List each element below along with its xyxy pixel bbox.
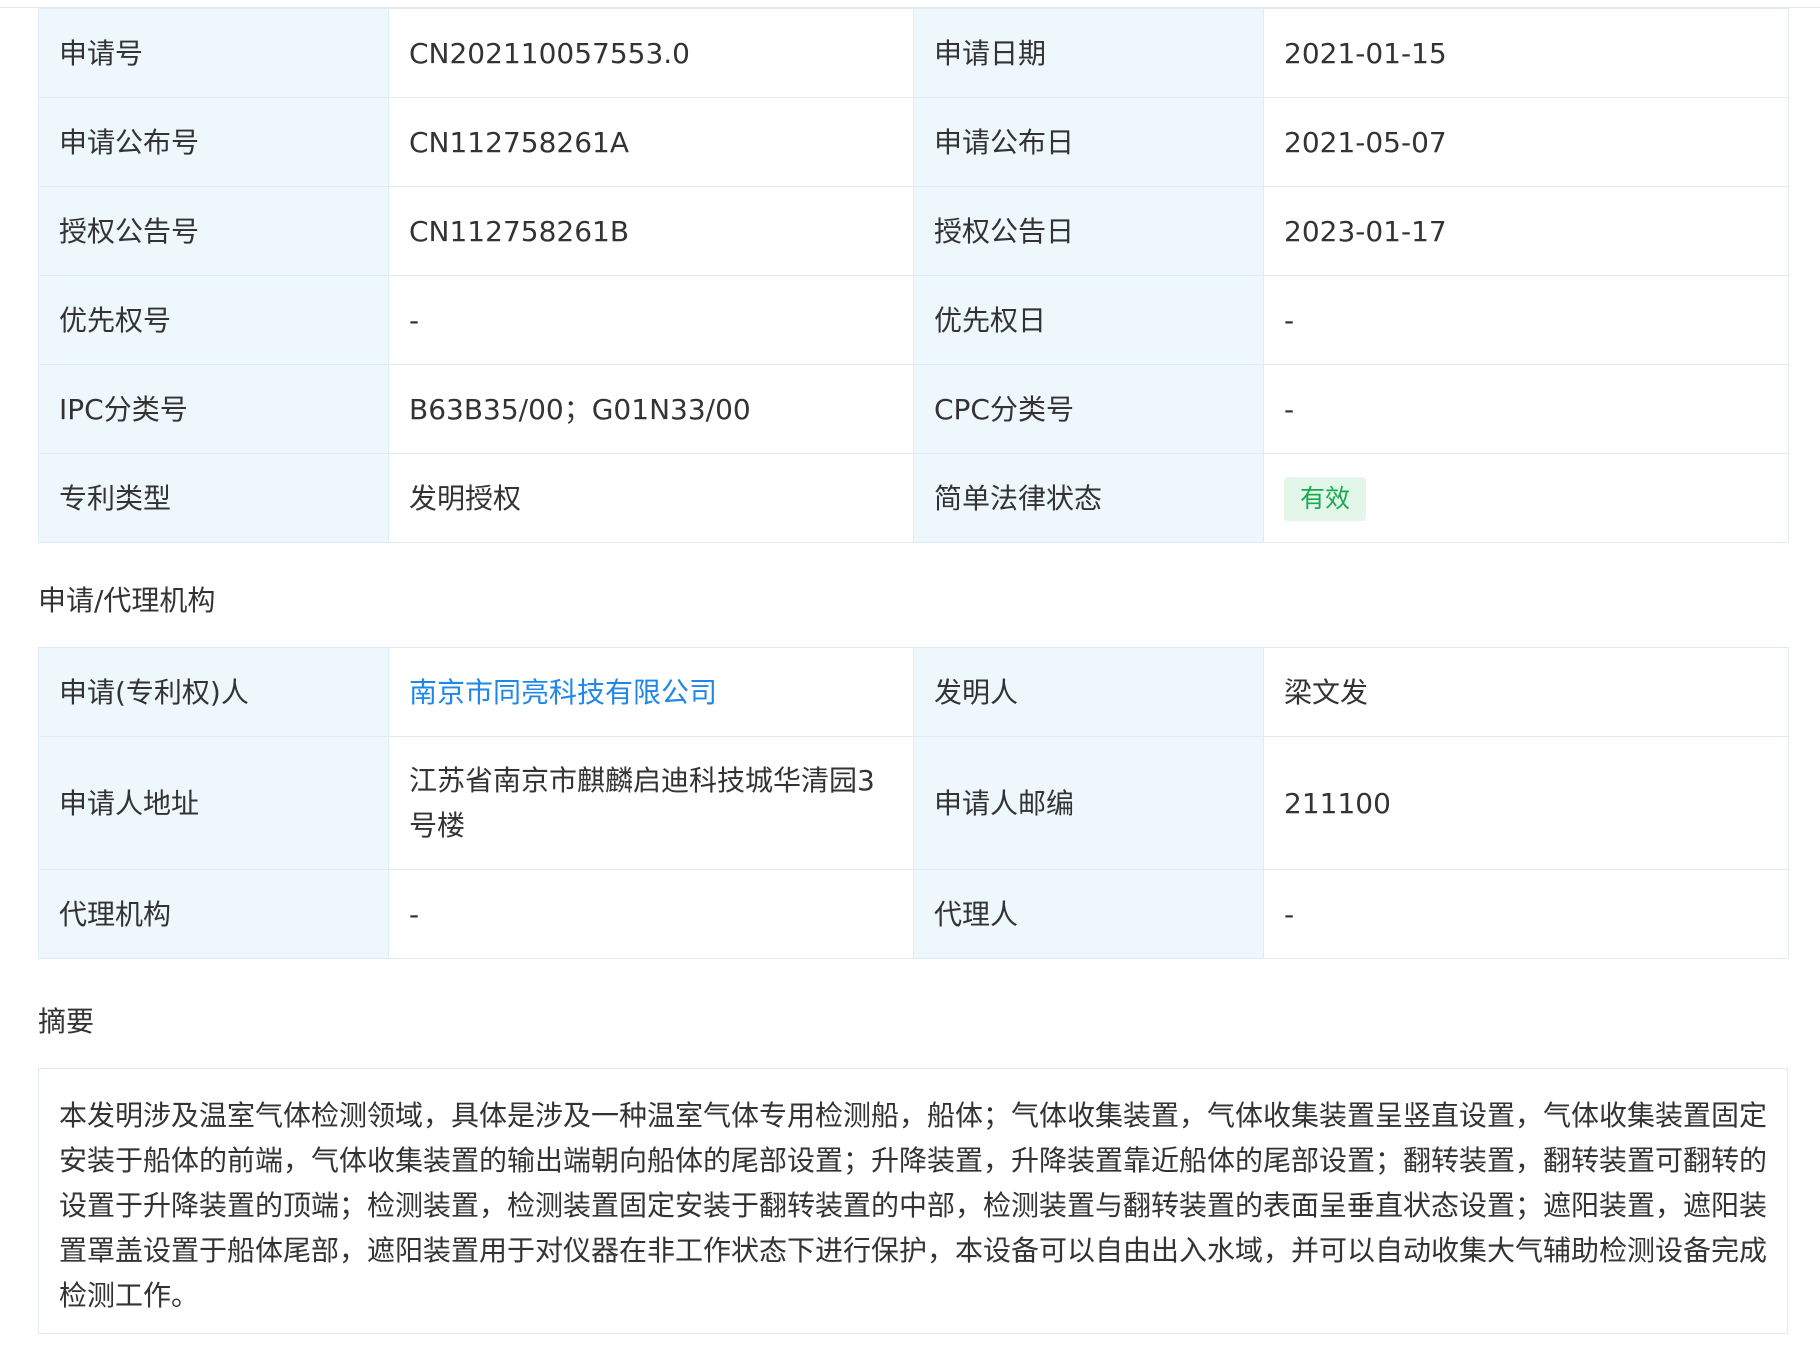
table-row: 申请人地址 江苏省南京市麒麟启迪科技城华清园3号楼 申请人邮编 211100 [38, 736, 1789, 870]
priority-date-label: 优先权日 [913, 275, 1264, 365]
inventor-label: 发明人 [913, 647, 1264, 737]
priority-number-label: 优先权号 [38, 275, 389, 365]
grant-date-label: 授权公告日 [913, 186, 1264, 276]
priority-number-value: - [388, 275, 914, 365]
agent-label: 代理人 [913, 869, 1264, 959]
grant-date-value: 2023-01-17 [1263, 186, 1789, 276]
abstract-text: 本发明涉及温室气体检测领域，具体是涉及一种温室气体专用检测船，船体；气体收集装置… [38, 1068, 1788, 1334]
applicant-address-label: 申请人地址 [38, 736, 389, 870]
table-row: 申请公布号 CN112758261A 申请公布日 2021-05-07 [38, 97, 1789, 187]
applicant-label: 申请(专利权)人 [38, 647, 389, 737]
publication-number-label: 申请公布号 [38, 97, 389, 187]
patent-type-value: 发明授权 [388, 453, 914, 543]
application-number-value: CN202110057553.0 [388, 8, 914, 98]
table-row: 申请号 CN202110057553.0 申请日期 2021-01-15 [38, 8, 1789, 98]
ipc-class-value: B63B35/00；G01N33/00 [388, 364, 914, 454]
inventor-value: 梁文发 [1263, 647, 1789, 737]
table-row: 代理机构 - 代理人 - [38, 869, 1789, 959]
priority-date-value: - [1263, 275, 1789, 365]
patent-detail-page: 申请号 CN202110057553.0 申请日期 2021-01-15 申请公… [0, 0, 1820, 1345]
agency-label: 代理机构 [38, 869, 389, 959]
applicant-link[interactable]: 南京市同亮科技有限公司 [409, 676, 717, 709]
grant-number-label: 授权公告号 [38, 186, 389, 276]
agent-value: - [1263, 869, 1789, 959]
application-date-value: 2021-01-15 [1263, 8, 1789, 98]
application-date-label: 申请日期 [913, 8, 1264, 98]
status-badge: 有效 [1284, 477, 1367, 521]
patent-type-label: 专利类型 [38, 453, 389, 543]
table-row: 授权公告号 CN112758261B 授权公告日 2023-01-17 [38, 186, 1789, 276]
agency-table: 申请(专利权)人 南京市同亮科技有限公司 发明人 梁文发 申请人地址 江苏省南京… [38, 647, 1789, 959]
applicant-postcode-value: 211100 [1263, 736, 1789, 870]
grant-number-value: CN112758261B [388, 186, 914, 276]
ipc-class-label: IPC分类号 [38, 364, 389, 454]
table-row: IPC分类号 B63B35/00；G01N33/00 CPC分类号 - [38, 364, 1789, 454]
publication-date-label: 申请公布日 [913, 97, 1264, 187]
table-row: 申请(专利权)人 南京市同亮科技有限公司 发明人 梁文发 [38, 647, 1789, 737]
top-divider [0, 0, 1820, 8]
cpc-class-label: CPC分类号 [913, 364, 1264, 454]
legal-status-label: 简单法律状态 [913, 453, 1264, 543]
application-number-label: 申请号 [38, 8, 389, 98]
legal-status-cell: 有效 [1263, 453, 1789, 543]
abstract-section-title: 摘要 [38, 1005, 95, 1038]
table-row: 专利类型 发明授权 简单法律状态 有效 [38, 453, 1789, 543]
applicant-cell: 南京市同亮科技有限公司 [388, 647, 914, 737]
agency-value: - [388, 869, 914, 959]
agency-section-title: 申请/代理机构 [38, 584, 216, 617]
applicant-address-value: 江苏省南京市麒麟启迪科技城华清园3号楼 [388, 736, 914, 870]
publication-date-value: 2021-05-07 [1263, 97, 1789, 187]
cpc-class-value: - [1263, 364, 1789, 454]
publication-number-value: CN112758261A [388, 97, 914, 187]
basic-info-table: 申请号 CN202110057553.0 申请日期 2021-01-15 申请公… [38, 8, 1789, 543]
applicant-postcode-label: 申请人邮编 [913, 736, 1264, 870]
table-row: 优先权号 - 优先权日 - [38, 275, 1789, 365]
